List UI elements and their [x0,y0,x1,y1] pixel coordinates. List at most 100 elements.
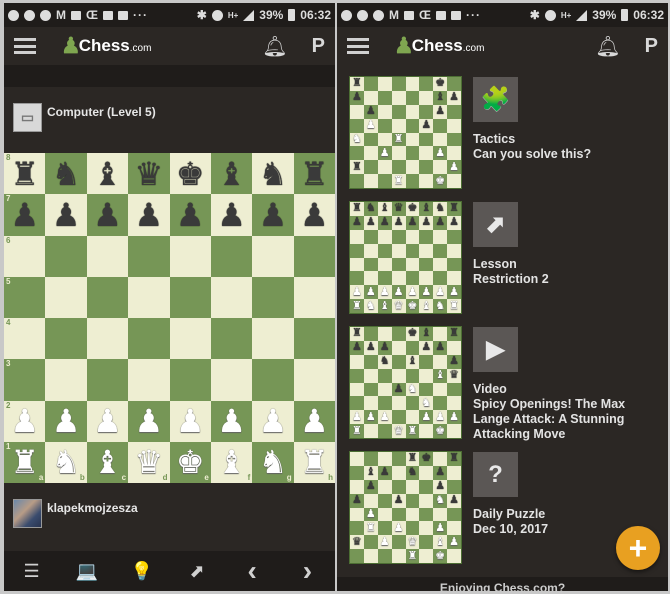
square-h5[interactable] [293,276,335,318]
pawn-profile-icon[interactable]: P [645,35,658,58]
white-knight-icon[interactable]: ♞ [52,446,81,478]
black-rook-icon[interactable]: ♜ [10,158,39,190]
black-pawn-icon[interactable]: ♟ [217,199,246,231]
move-list-icon[interactable]: ☰ [17,561,47,582]
square-f5[interactable] [210,276,253,318]
square-b8[interactable]: ♞ [45,153,87,195]
square-h6[interactable] [293,235,335,277]
square-e7[interactable]: ♟ [169,194,211,236]
black-pawn-icon[interactable]: ♟ [93,199,122,231]
white-pawn-icon[interactable]: ♟ [10,405,39,437]
black-knight-icon[interactable]: ♞ [259,158,288,190]
square-b6[interactable] [45,235,87,277]
square-e3[interactable] [169,359,211,401]
bell-icon[interactable]: 🔔︎ [595,34,620,59]
square-h2[interactable]: ♟ [293,400,335,442]
square-d8[interactable]: ♛ [128,153,170,195]
square-h8[interactable]: ♜ [293,153,335,195]
white-pawn-icon[interactable]: ♟ [52,405,81,437]
black-pawn-icon[interactable]: ♟ [300,199,329,231]
black-pawn-icon[interactable]: ♟ [176,199,205,231]
square-b7[interactable]: ♟ [45,194,87,236]
black-knight-icon[interactable]: ♞ [52,158,81,190]
black-rook-icon[interactable]: ♜ [300,158,329,190]
black-pawn-icon[interactable]: ♟ [10,199,39,231]
black-pawn-icon[interactable]: ♟ [259,199,288,231]
square-c7[interactable]: ♟ [86,194,129,236]
feed-item-tactics[interactable]: ♜ ♚ ♟ ♝ ♟ ♟ ♟ ♟ ♟ ♞ ♜ ♟ ♟ ♜ ♟ ♜ ♚ 🧩 Tactics Can you solve t… [337,73,668,198]
feed-item-video[interactable]: ♜ ♚ ♝ ♜ ♟ ♟ ♟ ♟ ♟ ♞ ♝ ♟ ♝ ♛ ♟ ♞ ♞ ♟ ♟ ♟ ♟ ♟ ♟ ♜ ♛ ♜ ♚ ▶ Video Spicy O… [337,323,668,448]
square-h3[interactable] [293,359,335,401]
black-pawn-icon[interactable]: ♟ [52,199,81,231]
square-h7[interactable]: ♟ [293,194,335,236]
previous-move-icon[interactable]: ‹ [237,555,267,587]
white-bishop-icon[interactable]: ♝ [93,446,122,478]
black-bishop-icon[interactable]: ♝ [93,158,122,190]
square-a8[interactable]: 8 ♜ [4,153,46,195]
hamburger-icon[interactable] [347,38,369,54]
black-king-icon[interactable]: ♚ [176,158,205,190]
white-rook-icon[interactable]: ♜ [10,446,39,478]
add-button[interactable]: + [616,526,660,570]
square-a4[interactable]: 4 [4,318,46,360]
square-e8[interactable]: ♚ [169,153,211,195]
square-b3[interactable] [45,359,87,401]
white-bishop-icon[interactable]: ♝ [217,446,246,478]
square-g6[interactable] [252,235,294,277]
square-g7[interactable]: ♟ [252,194,294,236]
square-e4[interactable] [169,318,211,360]
white-pawn-icon[interactable]: ♟ [176,405,205,437]
square-d2[interactable]: ♟ [128,400,170,442]
black-bishop-icon[interactable]: ♝ [217,158,246,190]
chess-board[interactable]: 8 ♜ ♞ ♝ ♛ ♚ ♝ ♞ ♜ 7 ♟ ♟ ♟ ♟ ♟ ♟ ♟ ♟ 6 5 4 3 2 ♟ ♟ ♟ ♟ ♟ ♟ ♟ ♟ 1 a ♜ b ♞ c ♝ d ♛… [4,153,335,483]
square-e1[interactable]: e ♚ [169,441,211,483]
white-pawn-icon[interactable]: ♟ [134,405,163,437]
square-e2[interactable]: ♟ [169,400,211,442]
feed-item-lesson[interactable]: ♜ ♞ ♝ ♛ ♚ ♝ ♞ ♜ ♟ ♟ ♟ ♟ ♟ ♟ ♟ ♟ ♟ ♟ ♟ ♟ ♟ ♟ ♟ ♟ ♜ ♞ ♝ ♛ ♚ ♝ ♞ ♜ ⬈ Lesson R… [337,198,668,323]
square-g3[interactable] [252,359,294,401]
white-pawn-icon[interactable]: ♟ [217,405,246,437]
square-d5[interactable] [128,276,170,318]
square-d3[interactable] [128,359,170,401]
square-f3[interactable] [210,359,253,401]
white-pawn-icon[interactable]: ♟ [259,405,288,437]
square-c5[interactable] [86,276,129,318]
square-c1[interactable]: c ♝ [86,441,129,483]
square-d1[interactable]: d ♛ [128,441,170,483]
square-e5[interactable] [169,276,211,318]
white-pawn-icon[interactable]: ♟ [300,405,329,437]
square-e6[interactable] [169,235,211,277]
flip-board-icon[interactable]: ⬈ [182,561,212,582]
square-g1[interactable]: g ♞ [252,441,294,483]
computer-icon[interactable]: 💻 [72,561,102,582]
square-a7[interactable]: 7 ♟ [4,194,46,236]
square-g5[interactable] [252,276,294,318]
hamburger-icon[interactable] [14,38,36,54]
square-c2[interactable]: ♟ [86,400,129,442]
square-f6[interactable] [210,235,253,277]
square-b5[interactable] [45,276,87,318]
white-pawn-icon[interactable]: ♟ [93,405,122,437]
square-a6[interactable]: 6 [4,235,46,277]
square-f2[interactable]: ♟ [210,400,253,442]
white-queen-icon[interactable]: ♛ [134,446,163,478]
square-a5[interactable]: 5 [4,276,46,318]
square-g8[interactable]: ♞ [252,153,294,195]
square-g4[interactable] [252,318,294,360]
square-h4[interactable] [293,318,335,360]
black-queen-icon[interactable]: ♛ [134,158,163,190]
square-g2[interactable]: ♟ [252,400,294,442]
square-d7[interactable]: ♟ [128,194,170,236]
square-d4[interactable] [128,318,170,360]
square-c3[interactable] [86,359,129,401]
bell-icon[interactable]: 🔔︎ [262,34,287,59]
square-f4[interactable] [210,318,253,360]
square-a3[interactable]: 3 [4,359,46,401]
square-h1[interactable]: h ♜ [293,441,335,483]
square-b1[interactable]: b ♞ [45,441,87,483]
white-king-icon[interactable]: ♚ [176,446,205,478]
square-a2[interactable]: 2 ♟ [4,400,46,442]
white-knight-icon[interactable]: ♞ [259,446,288,478]
pawn-profile-icon[interactable]: P [312,35,325,58]
square-c6[interactable] [86,235,129,277]
